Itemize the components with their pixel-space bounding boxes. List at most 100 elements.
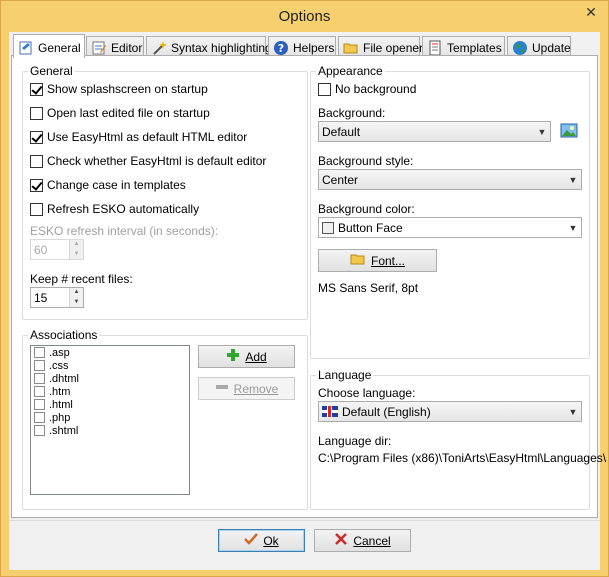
remove-label: Remove	[233, 381, 279, 396]
list-item[interactable]: .shtml	[31, 424, 189, 437]
spin-down-icon[interactable]: ▼	[70, 297, 83, 307]
language-value: Default (English)	[342, 404, 431, 419]
ok-label: Ok	[263, 533, 279, 548]
checkbox-label: No background	[335, 82, 417, 96]
background-value: Default	[322, 124, 361, 139]
background-style-select[interactable]: Center ▼	[318, 169, 582, 190]
font-button[interactable]: Font...	[318, 249, 437, 272]
background-color-select[interactable]: Button Face ▼	[318, 217, 582, 238]
folder-icon	[343, 40, 359, 56]
window-title: Options	[278, 8, 331, 25]
tab-syntax-highlighting[interactable]: Syntax highlighting	[146, 36, 272, 56]
language-select[interactable]: Default (English) ▼	[318, 401, 582, 422]
checkbox-box[interactable]	[34, 425, 45, 436]
language-legend: Language	[318, 368, 372, 382]
checkbox-label: Check whether EasyHtml is default editor	[47, 154, 267, 168]
checkbox-box[interactable]	[30, 202, 43, 216]
associations-legend: Associations	[30, 328, 98, 342]
cancel-button[interactable]: Cancel	[314, 529, 411, 552]
tab-editor[interactable]: Editor	[86, 36, 144, 56]
document-icon	[427, 40, 443, 56]
open-last-file-checkbox[interactable]: Open last edited file on startup	[30, 106, 210, 120]
add-button[interactable]: Add	[198, 345, 295, 368]
tab-label: Templates	[447, 40, 502, 55]
background-style-value: Center	[322, 172, 359, 187]
esko-interval-value[interactable]: 60	[31, 240, 69, 259]
cancel-label: Cancel	[353, 533, 391, 548]
chevron-down-icon[interactable]: ▼	[565, 175, 581, 185]
change-case-checkbox[interactable]: Change case in templates	[30, 178, 186, 192]
list-item-label: .php	[49, 411, 71, 424]
tab-label: Editor	[111, 40, 143, 55]
esko-interval-stepper[interactable]: 60 ▲ ▼	[30, 239, 84, 260]
ok-button[interactable]: Ok	[218, 529, 305, 552]
checkbox-label: Show splashscreen on startup	[47, 82, 208, 96]
tab-helpers[interactable]: ? Helpers	[268, 36, 336, 56]
tab-label: Update	[532, 40, 571, 55]
spin-up-icon[interactable]: ▲	[70, 240, 83, 250]
chevron-down-icon[interactable]: ▼	[565, 223, 581, 233]
list-item[interactable]: .dhtml	[31, 372, 189, 385]
no-background-checkbox[interactable]: No background	[318, 82, 416, 96]
background-color-label: Background color:	[318, 202, 415, 216]
cross-icon	[334, 532, 348, 549]
checkbox-box[interactable]	[34, 386, 45, 397]
plus-icon	[226, 348, 240, 365]
checkbox-label: Open last edited file on startup	[47, 106, 210, 120]
tab-general[interactable]: General	[13, 34, 85, 58]
chevron-down-icon[interactable]: ▼	[534, 127, 550, 137]
general-legend: General	[30, 64, 73, 78]
checkbox-box[interactable]	[34, 360, 45, 371]
picture-icon[interactable]	[560, 122, 578, 143]
recent-files-value[interactable]: 15	[31, 288, 69, 307]
background-select[interactable]: Default ▼	[318, 121, 551, 142]
tab-label: Helpers	[293, 40, 335, 55]
language-dir-label: Language dir:	[318, 434, 392, 448]
checkbox-box[interactable]	[30, 178, 43, 192]
checkbox-label: Use EasyHtml as default HTML editor	[47, 130, 248, 144]
show-splashscreen-checkbox[interactable]: Show splashscreen on startup	[30, 82, 208, 96]
checkbox-box[interactable]	[30, 106, 43, 120]
font-button-label: Font...	[370, 253, 405, 268]
list-item[interactable]: .php	[31, 411, 189, 424]
tab-file-opener[interactable]: File opener	[338, 36, 424, 56]
recent-files-stepper[interactable]: 15 ▲ ▼	[30, 287, 84, 308]
tab-update[interactable]: Update	[507, 36, 571, 56]
checkbox-box[interactable]	[34, 347, 45, 358]
list-item[interactable]: .asp	[31, 346, 189, 359]
checkbox-box[interactable]	[34, 373, 45, 384]
close-icon[interactable]: ✕	[578, 2, 604, 22]
list-item-label: .htm	[49, 385, 71, 398]
add-label: Add	[245, 349, 267, 364]
dialog-client: General Editor Syntax highlighting ? Hel…	[9, 32, 606, 570]
default-editor-checkbox[interactable]: Use EasyHtml as default HTML editor	[30, 130, 247, 144]
title-bar[interactable]: Options ✕	[1, 1, 608, 31]
svg-text:?: ?	[278, 42, 284, 55]
checkbox-box[interactable]	[30, 82, 43, 96]
associations-list[interactable]: .asp .css .dhtml .htm .html .php .shtml	[30, 345, 190, 495]
checkbox-box[interactable]	[34, 412, 45, 423]
general-icon	[18, 40, 34, 56]
check-default-editor-checkbox[interactable]: Check whether EasyHtml is default editor	[30, 154, 266, 168]
spin-up-icon[interactable]: ▲	[70, 288, 83, 298]
remove-button[interactable]: Remove	[198, 377, 295, 400]
list-item[interactable]: .css	[31, 359, 189, 372]
tab-templates[interactable]: Templates	[422, 36, 505, 56]
checkbox-label: Refresh ESKO automatically	[47, 202, 200, 216]
checkbox-box[interactable]	[30, 154, 43, 168]
tab-label: File opener	[363, 40, 424, 55]
refresh-esko-checkbox[interactable]: Refresh ESKO automatically	[30, 202, 199, 216]
uk-flag-icon	[322, 406, 338, 417]
footer-divider	[9, 520, 600, 521]
color-swatch	[322, 221, 334, 234]
checkbox-label: Change case in templates	[47, 178, 186, 192]
list-item[interactable]: .html	[31, 398, 189, 411]
font-value: MS Sans Serif, 8pt	[318, 281, 419, 295]
checkbox-box[interactable]	[34, 399, 45, 410]
chevron-down-icon[interactable]: ▼	[565, 407, 581, 417]
list-item[interactable]: .htm	[31, 385, 189, 398]
checkbox-box[interactable]	[30, 130, 43, 144]
checkbox-box[interactable]	[318, 82, 331, 96]
checkmark-icon	[244, 532, 259, 549]
spin-down-icon[interactable]: ▼	[70, 249, 83, 259]
